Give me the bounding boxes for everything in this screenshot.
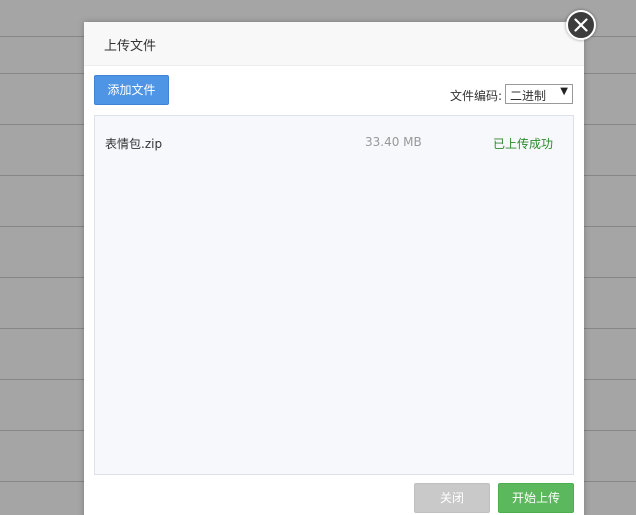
file-list: 表情包.zip 33.40 MB 已上传成功	[94, 115, 574, 475]
page: 上传文件 添加文件 文件编码: 二进制 ▼ 表情包.zip 33.40 MB 已…	[0, 0, 636, 515]
dialog-header: 上传文件	[84, 22, 584, 66]
file-size: 33.40 MB	[365, 135, 422, 149]
chevron-down-icon: ▼	[560, 86, 568, 97]
encoding-label: 文件编码:	[450, 89, 503, 103]
file-upload-status: 已上传成功	[493, 137, 554, 151]
file-list-item: 表情包.zip 33.40 MB 已上传成功	[95, 116, 573, 168]
dialog-close-button[interactable]	[566, 10, 596, 40]
add-file-button[interactable]: 添加文件	[94, 75, 169, 105]
encoding-selected-value: 二进制	[510, 89, 547, 103]
upload-dialog: 上传文件 添加文件 文件编码: 二进制 ▼ 表情包.zip 33.40 MB 已…	[84, 22, 584, 515]
close-icon	[574, 18, 588, 32]
dialog-title: 上传文件	[104, 39, 157, 54]
start-upload-button[interactable]: 开始上传	[498, 483, 574, 513]
close-button[interactable]: 关闭	[414, 483, 490, 513]
file-name: 表情包.zip	[105, 137, 163, 151]
encoding-select[interactable]: 二进制 ▼	[505, 84, 573, 104]
